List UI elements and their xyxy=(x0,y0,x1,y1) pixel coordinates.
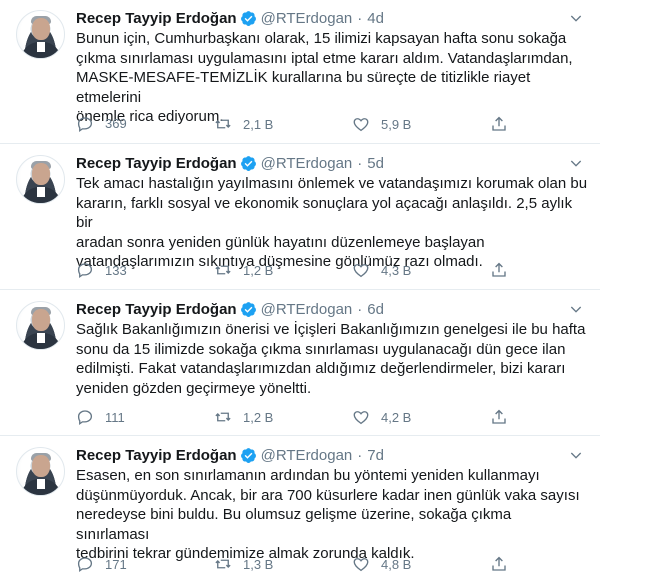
chevron-down-icon[interactable] xyxy=(568,155,584,171)
retweet-count: 2,1 B xyxy=(243,116,274,132)
separator-dot: · xyxy=(357,9,363,27)
tweet-actions: 133 1,2 B 4,3 B xyxy=(76,260,520,280)
tweet-header: Recep Tayyip Erdoğan @RTErdogan · 4d xyxy=(76,8,384,28)
reply-icon xyxy=(77,263,93,279)
chevron-down-icon[interactable] xyxy=(568,447,584,463)
heart-icon xyxy=(353,411,369,425)
tweet-timeline: Recep Tayyip Erdoğan @RTErdogan · 4d Bun… xyxy=(0,0,600,582)
reply-count: 171 xyxy=(105,556,127,572)
author-name[interactable]: Recep Tayyip Erdoğan xyxy=(76,301,237,318)
tweet-actions: 171 1,3 B 4,8 B xyxy=(76,554,520,574)
timestamp[interactable]: 7d xyxy=(367,447,384,464)
like-button[interactable]: 4,3 B xyxy=(352,261,490,279)
reply-button[interactable]: 133 xyxy=(76,261,214,279)
like-count: 5,9 B xyxy=(381,116,412,132)
share-icon xyxy=(492,116,506,131)
avatar[interactable] xyxy=(16,155,65,204)
author-name[interactable]: Recep Tayyip Erdoğan xyxy=(76,10,237,27)
like-button[interactable]: 4,8 B xyxy=(352,555,490,573)
share-icon xyxy=(492,409,506,424)
timestamp[interactable]: 4d xyxy=(367,10,384,27)
like-count: 4,3 B xyxy=(381,262,412,278)
chevron-down-icon[interactable] xyxy=(568,10,584,26)
avatar[interactable] xyxy=(16,301,65,350)
separator-dot: · xyxy=(357,154,363,172)
retweet-count: 1,3 B xyxy=(243,556,274,572)
tweet-text: Tek amacı hastalığın yayılmasını önlemek… xyxy=(76,175,588,270)
tweet[interactable]: Recep Tayyip Erdoğan @RTErdogan · 6d Sağ… xyxy=(0,291,600,436)
tweet-actions: 111 1,2 B 4,2 B xyxy=(76,407,520,427)
retweet-icon xyxy=(215,265,231,275)
share-button[interactable] xyxy=(490,408,520,426)
timestamp[interactable]: 5d xyxy=(367,155,384,172)
tweet[interactable]: Recep Tayyip Erdoğan @RTErdogan · 4d Bun… xyxy=(0,0,600,144)
author-name[interactable]: Recep Tayyip Erdoğan xyxy=(76,447,237,464)
like-button[interactable]: 5,9 B xyxy=(352,115,490,133)
reply-count: 111 xyxy=(105,409,125,425)
verified-badge-icon xyxy=(240,447,256,463)
like-count: 4,2 B xyxy=(381,409,412,425)
retweet-icon xyxy=(215,119,231,129)
verified-badge-icon xyxy=(240,155,256,171)
reply-icon xyxy=(77,410,93,426)
retweet-count: 1,2 B xyxy=(243,409,274,425)
retweet-icon xyxy=(215,412,231,422)
reply-count: 369370 xyxy=(105,116,127,131)
avatar[interactable] xyxy=(16,10,65,59)
share-button[interactable] xyxy=(490,261,520,279)
tweet[interactable]: Recep Tayyip Erdoğan @RTErdogan · 7d Esa… xyxy=(0,437,600,582)
tweet[interactable]: Recep Tayyip Erdoğan @RTErdogan · 5d Tek… xyxy=(0,145,600,290)
tweet-text: Esasen, en son sınırlamanın ardından bu … xyxy=(76,467,580,562)
separator-dot: · xyxy=(357,446,363,464)
author-name[interactable]: Recep Tayyip Erdoğan xyxy=(76,155,237,172)
reply-icon xyxy=(77,557,93,573)
avatar[interactable] xyxy=(16,447,65,496)
share-button[interactable] xyxy=(490,115,520,133)
share-button[interactable] xyxy=(490,555,520,573)
reply-count: 133 xyxy=(105,262,127,278)
timestamp[interactable]: 6d xyxy=(367,301,384,318)
verified-badge-icon xyxy=(240,10,256,26)
verified-badge-icon xyxy=(240,301,256,317)
author-handle[interactable]: @RTErdogan xyxy=(261,10,353,27)
author-handle[interactable]: @RTErdogan xyxy=(261,301,353,318)
reply-icon xyxy=(77,117,93,133)
tweet-header: Recep Tayyip Erdoğan @RTErdogan · 7d xyxy=(76,445,384,465)
retweet-button[interactable]: 1,2 B xyxy=(214,261,352,279)
tweet-text: Sağlık Bakanlığımızın önerisi ve İçişler… xyxy=(76,321,586,397)
like-count: 4,8 B xyxy=(381,556,412,572)
author-handle[interactable]: @RTErdogan xyxy=(261,447,353,464)
chevron-down-icon[interactable] xyxy=(568,301,584,317)
retweet-icon xyxy=(215,559,231,569)
reply-button[interactable]: 111 xyxy=(76,408,214,426)
retweet-button[interactable]: 1,2 B xyxy=(214,408,352,426)
retweet-count: 1,2 B xyxy=(243,262,274,278)
reply-button[interactable]: 369370 xyxy=(76,115,214,133)
like-button[interactable]: 4,2 B xyxy=(352,408,490,426)
heart-icon xyxy=(353,118,369,132)
tweet-actions: 369370 2,1 B 5,9 B xyxy=(76,114,520,134)
tweet-text: Bunun için, Cumhurbaşkanı olarak, 15 ili… xyxy=(76,30,573,125)
tweet-header: Recep Tayyip Erdoğan @RTErdogan · 6d xyxy=(76,299,384,319)
author-handle[interactable]: @RTErdogan xyxy=(261,155,353,172)
reply-button[interactable]: 171 xyxy=(76,555,214,573)
share-icon xyxy=(492,556,506,571)
separator-dot: · xyxy=(357,300,363,318)
retweet-button[interactable]: 1,3 B xyxy=(214,555,352,573)
heart-icon xyxy=(353,264,369,278)
retweet-button[interactable]: 2,1 B xyxy=(214,115,352,133)
tweet-header: Recep Tayyip Erdoğan @RTErdogan · 5d xyxy=(76,153,384,173)
heart-icon xyxy=(353,558,369,572)
share-icon xyxy=(492,262,506,277)
